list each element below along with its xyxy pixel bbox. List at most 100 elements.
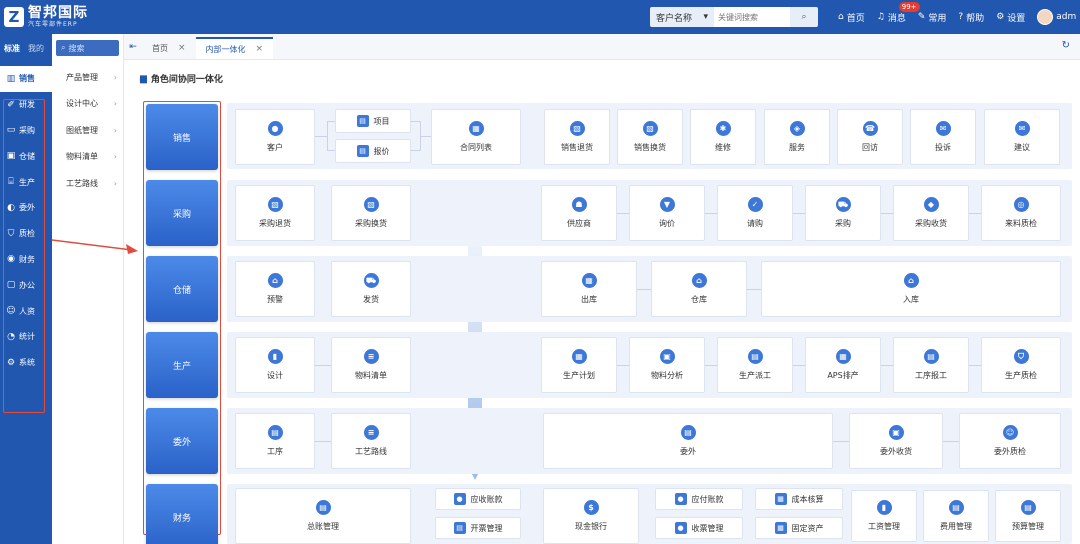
service-icon: ◈ — [789, 121, 805, 136]
sidebar-tab-mine[interactable]: 我的 — [28, 43, 44, 54]
search-input[interactable] — [714, 7, 790, 27]
card-process[interactable]: ▤ 工序 — [235, 413, 315, 469]
role-storage[interactable]: 仓储 — [146, 256, 218, 322]
contract-icon: ▦ — [468, 121, 484, 136]
search-button[interactable]: ⌕ — [790, 7, 818, 27]
close-icon[interactable]: × — [178, 43, 186, 53]
avatar — [1037, 9, 1054, 25]
card-bom[interactable]: ≡ 物料清单 — [331, 337, 411, 393]
card-customer[interactable]: ● 客户 — [235, 109, 315, 165]
cost-icon: ▦ — [774, 493, 787, 505]
role-purchase[interactable]: 采购 — [146, 180, 218, 246]
card-design[interactable]: ▮ 设计 — [235, 337, 315, 393]
search-field-select[interactable]: 客户名称 ▾ — [650, 7, 714, 27]
card-purchase-exchange[interactable]: ▧ 采购换货 — [331, 185, 411, 241]
subnav-item-bom[interactable]: 物料清单 › — [52, 144, 123, 171]
card-cost-accounting[interactable]: ▦ 成本核算 — [755, 488, 843, 510]
card-receivables[interactable]: ● 应收账款 — [435, 488, 521, 510]
sidebar-item-rnd[interactable]: ✐ 研发 — [0, 92, 52, 118]
card-dispatch[interactable]: ▤ 生产派工 — [717, 337, 793, 393]
card-repair[interactable]: ✱ 维修 — [690, 109, 756, 165]
card-invoicing[interactable]: ▤ 开票管理 — [435, 517, 521, 539]
role-production[interactable]: 生产 — [146, 332, 218, 398]
card-budget[interactable]: ▤ 预算管理 — [995, 490, 1061, 542]
help-link[interactable]: ? 帮助 — [958, 11, 984, 24]
card-outsource-receipt[interactable]: ▣ 委外收货 — [849, 413, 943, 469]
subnav-search[interactable]: ⌕ 搜索 — [56, 40, 119, 56]
bell-icon: ♫ — [876, 12, 885, 22]
card-warehouse[interactable]: ⌂ 仓库 — [651, 261, 747, 317]
card-service[interactable]: ◈ 服务 — [764, 109, 830, 165]
favorites-link[interactable]: ✎ 常用 — [918, 11, 947, 24]
quote-icon: ▤ — [356, 145, 369, 157]
sidebar-item-sales[interactable]: ▥ 销售 — [0, 66, 52, 92]
card-outbound[interactable]: ▦ 出库 — [541, 261, 637, 317]
sidebar-item-outsource[interactable]: ◐ 委外 — [0, 195, 52, 221]
subnav-item-routing[interactable]: 工艺路线 › — [52, 170, 123, 197]
sidebar-item-quality[interactable]: ⛉ 质检 — [0, 221, 52, 247]
card-cash-bank[interactable]: $ 现金银行 — [543, 488, 639, 544]
sidebar-item-stats[interactable]: ◔ 统计 — [0, 324, 52, 350]
refresh-icon[interactable]: ↻ — [1062, 40, 1070, 51]
sidebar-item-office[interactable]: ▢ 办公 — [0, 272, 52, 298]
tab-internal-integration[interactable]: 内部一体化 × — [195, 37, 274, 59]
card-payroll[interactable]: ▮ 工资管理 — [851, 490, 917, 542]
role-finance[interactable]: 财务 — [146, 484, 218, 544]
sidebar-item-system[interactable]: ⚙ 系统 — [0, 350, 52, 376]
subnav-item-design[interactable]: 设计中心 › — [52, 91, 123, 118]
card-complaint[interactable]: ✉ 投诉 — [910, 109, 976, 165]
card-suggestion[interactable]: ✉ 建议 — [984, 109, 1060, 165]
card-sales-return[interactable]: ▧ 销售退货 — [544, 109, 610, 165]
card-routing[interactable]: ≡ 工艺路线 — [331, 413, 411, 469]
card-alert[interactable]: ⌂ 预警 — [235, 261, 315, 317]
subnav-item-drawings[interactable]: 图纸管理 › — [52, 117, 123, 144]
settings-link[interactable]: ⚙ 设置 — [996, 11, 1025, 24]
receipt-icon: ▣ — [888, 425, 904, 440]
lane-finance: ▤ 总账管理 ● 应收账款 ▤ 开票管理 $ 现金银行 ● 应付账款 ● 收票管理 ▦ 成本核… — [227, 484, 1072, 544]
card-aps[interactable]: ▦ APS排产 — [805, 337, 881, 393]
collapse-icon[interactable]: ⇤ — [124, 35, 142, 59]
card-material-analysis[interactable]: ▣ 物料分析 — [629, 337, 705, 393]
card-inquiry[interactable]: ▼ 询价 — [629, 185, 705, 241]
sidebar-item-storage[interactable]: ▣ 仓储 — [0, 143, 52, 169]
card-project[interactable]: ▤ 项目 — [335, 109, 411, 133]
card-purchase-return[interactable]: ▧ 采购退货 — [235, 185, 315, 241]
card-inbound[interactable]: ⌂ 入库 — [761, 261, 1061, 317]
card-revisit[interactable]: ☎ 回访 — [837, 109, 903, 165]
home-link[interactable]: ⌂ 首页 — [838, 11, 865, 24]
card-payables[interactable]: ● 应付账款 — [655, 488, 743, 510]
card-production-inspection[interactable]: ⛉ 生产质检 — [981, 337, 1061, 393]
sidebar-item-purchase[interactable]: ▭ 采购 — [0, 118, 52, 144]
card-requisition[interactable]: ✓ 请购 — [717, 185, 793, 241]
sidebar-item-finance[interactable]: ◉ 财务 — [0, 247, 52, 273]
chevron-right-icon: › — [113, 72, 117, 82]
role-outsource[interactable]: 委外 — [146, 408, 218, 474]
logo[interactable]: Z 智邦国际 汽车零部件ERP — [0, 6, 124, 28]
card-purchase[interactable]: ⛟ 采购 — [805, 185, 881, 241]
card-production-plan[interactable]: ▦ 生产计划 — [541, 337, 617, 393]
card-invoice-receipt[interactable]: ● 收票管理 — [655, 517, 743, 539]
tab-home[interactable]: 首页 × — [142, 37, 196, 59]
card-general-ledger[interactable]: ▤ 总账管理 — [235, 488, 411, 544]
card-process-report[interactable]: ▤ 工序报工 — [893, 337, 969, 393]
messages-link[interactable]: ♫ 消息 99+ — [876, 1, 920, 24]
card-supplier[interactable]: ☗ 供应商 — [541, 185, 617, 241]
card-outsource-inspection[interactable]: ☺ 委外质检 — [959, 413, 1061, 469]
card-fixed-assets[interactable]: ▦ 固定资产 — [755, 517, 843, 539]
subnav-item-product[interactable]: 产品管理 › — [52, 64, 123, 91]
close-icon[interactable]: × — [256, 44, 264, 54]
card-incoming-inspection[interactable]: ◎ 来料质检 — [981, 185, 1061, 241]
card-expenses[interactable]: ▤ 费用管理 — [923, 490, 989, 542]
card-contract-list[interactable]: ▦ 合同列表 — [431, 109, 521, 165]
sidebar-tab-standard[interactable]: 标准 — [4, 43, 20, 54]
card-quote[interactable]: ▤ 报价 — [335, 139, 411, 163]
card-outsource[interactable]: ▤ 委外 — [543, 413, 833, 469]
grid-icon: ▦ — [835, 349, 851, 364]
user-menu[interactable]: adm — [1037, 9, 1076, 25]
role-sales[interactable]: 销售 — [146, 104, 218, 170]
sidebar-item-production[interactable]: ⌸ 生产 — [0, 169, 52, 195]
sidebar-item-hr[interactable]: ☺ 人资 — [0, 298, 52, 324]
card-shipping[interactable]: ⛟ 发货 — [331, 261, 411, 317]
card-sales-exchange[interactable]: ▧ 销售换货 — [617, 109, 683, 165]
card-purchase-receipt[interactable]: ◆ 采购收货 — [893, 185, 969, 241]
